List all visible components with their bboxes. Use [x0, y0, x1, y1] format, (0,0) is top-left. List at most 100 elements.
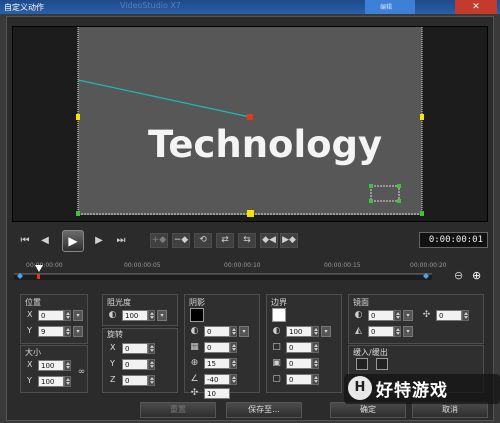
opacity-stepper[interactable] [148, 310, 155, 321]
shadow-distance-field[interactable]: 15 [204, 358, 230, 369]
ok-button[interactable]: 确定 [330, 402, 406, 418]
axis-z-label: Z [110, 375, 116, 384]
shadow-angle-stepper[interactable] [230, 374, 237, 385]
timeline-overlay [17, 265, 429, 279]
position-x-field[interactable]: 0 [38, 310, 64, 321]
fade-title: 缓入/缓出 [353, 348, 388, 357]
move-keyframe-icon[interactable]: ⇆ [238, 233, 256, 248]
title-bar [0, 0, 500, 14]
border-blur-stepper[interactable] [312, 358, 319, 369]
rotation-x-field[interactable]: 0 [122, 343, 148, 354]
rotation-y-stepper[interactable] [148, 359, 155, 370]
background-window-title: VideoStudio X7 [120, 1, 182, 10]
preview-title-text[interactable]: Technology [148, 123, 382, 166]
play-button[interactable]: ▶ [62, 230, 84, 252]
opacity-field[interactable]: 100 [122, 310, 148, 321]
shadow-angle-field[interactable]: -40 [204, 374, 230, 385]
border-blur-field[interactable]: 0 [286, 358, 312, 369]
border-width-stepper[interactable] [312, 342, 319, 353]
mirror-opacity-dropdown[interactable]: ▾ [403, 310, 413, 321]
position-y-field[interactable]: 9 [38, 326, 64, 337]
shadow-blur-field[interactable]: 0 [204, 342, 230, 353]
fade-out-icon[interactable] [376, 358, 388, 370]
opacity-dropdown[interactable]: ▾ [157, 310, 167, 321]
shadow-color-swatch[interactable] [190, 308, 204, 322]
rotation-title: 旋转 [107, 330, 123, 339]
rotation-z-stepper[interactable] [148, 375, 155, 386]
mirror-opacity-field[interactable]: 0 [368, 310, 394, 321]
motion-keyframe-point[interactable] [247, 114, 253, 120]
watermark-text: 好特游戏 [376, 381, 448, 401]
border-title: 边界 [271, 298, 287, 307]
shadow-angle-icon: ∠ [190, 374, 199, 384]
reverse-keyframe-icon[interactable]: ⟲ [194, 233, 212, 248]
shadow-opacity-stepper[interactable] [230, 326, 237, 337]
first-frame-icon[interactable]: ⏮ [18, 234, 32, 248]
reset-button[interactable]: 重置 [140, 402, 216, 418]
mirror-fade-field[interactable]: 0 [368, 326, 394, 337]
mirror-opacity-icon: ◐ [354, 310, 363, 320]
mirror-distance-stepper[interactable] [462, 310, 469, 321]
position-y-dropdown[interactable]: ▾ [73, 326, 83, 337]
link-ratio-icon[interactable]: ∞ [76, 367, 87, 378]
handle-left [76, 114, 80, 120]
handle-bottom [247, 210, 254, 217]
zoom-in-icon[interactable]: ⊕ [472, 269, 486, 283]
rotation-x-stepper[interactable] [148, 343, 155, 354]
shadow-size-icon: ✣ [190, 388, 199, 398]
last-frame-icon[interactable]: ⏭ [114, 234, 128, 248]
close-button[interactable]: ✕ [455, 0, 497, 14]
next-frame-icon[interactable]: ▶ [92, 234, 106, 248]
mirror-distance-field[interactable]: 0 [436, 310, 462, 321]
shadow-title: 阴影 [189, 298, 205, 307]
shadow-blur-stepper[interactable] [230, 342, 237, 353]
position-y-stepper[interactable] [64, 326, 71, 337]
swap-keyframe-icon[interactable]: ⇄ [216, 233, 234, 248]
axis-x-label: X [27, 310, 33, 319]
goto-prev-keyframe-icon[interactable]: ◆◀ [260, 233, 278, 248]
remove-keyframe-icon[interactable]: −◆ [172, 233, 190, 248]
cancel-button[interactable]: 取消 [412, 402, 488, 418]
fade-in-icon[interactable] [356, 358, 368, 370]
border-corner-field[interactable]: 0 [286, 374, 312, 385]
goto-next-keyframe-icon[interactable]: ▶◆ [280, 233, 298, 248]
shadow-opacity-field[interactable]: 0 [204, 326, 230, 337]
shadow-distance-stepper[interactable] [230, 358, 237, 369]
watermark-logo: H [348, 376, 372, 400]
mirror-fade-dropdown[interactable]: ▾ [403, 326, 413, 337]
shadow-size-field[interactable]: 10 [204, 388, 230, 399]
add-keyframe-icon[interactable]: +◆ [150, 233, 168, 248]
window-title: 自定义动作 [4, 3, 44, 12]
handle-bottom-left [76, 211, 80, 216]
mirror-opacity-stepper[interactable] [394, 310, 401, 321]
timecode-display[interactable]: 0:00:00:01 [419, 232, 488, 248]
keyframe-marker-end [423, 273, 429, 279]
border-opacity-field[interactable]: 100 [286, 326, 312, 337]
rotation-z-field[interactable]: 0 [122, 375, 148, 386]
border-color-swatch[interactable] [272, 308, 286, 322]
size-x-field[interactable]: 100 [38, 360, 64, 371]
playhead-icon [35, 265, 43, 272]
border-opacity-stepper[interactable] [312, 326, 319, 337]
shadow-opacity-icon: ◐ [190, 326, 199, 336]
size-x-stepper[interactable] [64, 360, 71, 371]
shadow-opacity-dropdown[interactable]: ▾ [239, 326, 249, 337]
border-corner-stepper[interactable] [312, 374, 319, 385]
axis-y-label: Y [27, 376, 32, 385]
shadow-blur-icon: ▦ [190, 342, 199, 352]
small-object-box[interactable] [370, 185, 400, 202]
border-opacity-dropdown[interactable]: ▾ [321, 326, 331, 337]
border-corner-icon: ▢ [272, 374, 281, 384]
size-y-field[interactable]: 100 [38, 376, 64, 387]
border-width-field[interactable]: 0 [286, 342, 312, 353]
mirror-fade-stepper[interactable] [394, 326, 401, 337]
opacity-icon: ◐ [108, 310, 117, 320]
position-title: 位置 [25, 298, 41, 307]
save-as-button[interactable]: 保存至... [226, 402, 302, 418]
zoom-out-icon[interactable]: ⊖ [454, 269, 468, 283]
position-x-dropdown[interactable]: ▾ [73, 310, 83, 321]
prev-frame-icon[interactable]: ◀ [38, 234, 52, 248]
position-x-stepper[interactable] [64, 310, 71, 321]
size-y-stepper[interactable] [64, 376, 71, 387]
rotation-y-field[interactable]: 0 [122, 359, 148, 370]
